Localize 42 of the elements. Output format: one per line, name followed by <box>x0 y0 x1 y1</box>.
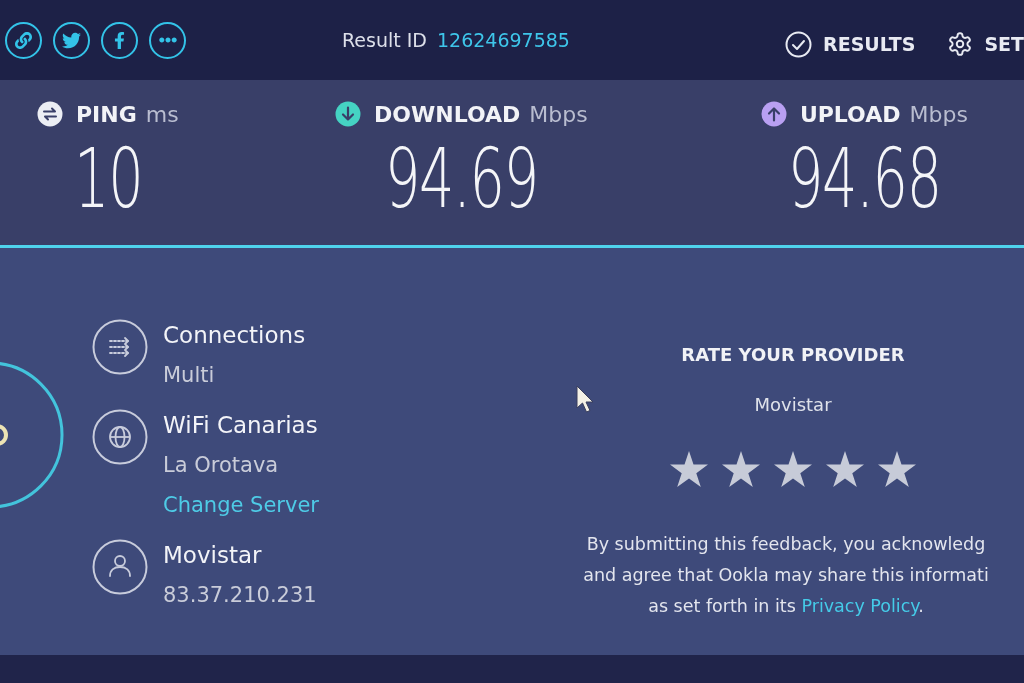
detail-title: Connections <box>163 321 306 350</box>
result-id-value: 12624697585 <box>437 29 570 51</box>
star-icon[interactable] <box>825 450 865 488</box>
metric-value: 10 <box>73 138 142 220</box>
bird-icon <box>62 30 81 50</box>
results-button[interactable]: RESULTS <box>785 30 916 58</box>
gear-icon <box>947 31 974 57</box>
metric-label: UPLOAD <box>799 101 901 127</box>
star-icon[interactable] <box>773 450 813 488</box>
feedback-disclaimer: By submitting this feedback, you acknowledg and agree that Ookla may share this informati as set forth in its Privacy Policy. <box>583 533 989 618</box>
user-icon <box>92 539 148 595</box>
rating-heading: RATE YOUR PROVIDER <box>681 343 905 367</box>
metric-label: PING <box>76 101 137 127</box>
change-server-link[interactable]: Change Server <box>163 485 319 525</box>
detail-title: Movistar <box>163 541 262 570</box>
more-button[interactable] <box>149 21 186 59</box>
metric-unit: Mbps <box>529 101 588 127</box>
metric-value: 94.69 <box>384 138 538 220</box>
mouse-pointer-icon <box>576 385 594 413</box>
metric-label: DOWNLOAD <box>374 101 521 127</box>
star-icon[interactable] <box>669 450 709 488</box>
share-bird-button[interactable] <box>53 21 90 59</box>
globe-icon <box>92 409 148 465</box>
star-icon[interactable] <box>721 450 761 488</box>
metric-unit: Mbps <box>909 101 968 127</box>
metric-value: 94.68 <box>787 138 941 220</box>
share-f-button[interactable] <box>101 21 138 59</box>
provider-name: Movistar <box>754 393 832 417</box>
detail-title: WiFi Canarias <box>163 411 318 440</box>
link-icon <box>15 31 32 49</box>
detail-subtitle: 83.37.210.231 <box>163 582 317 609</box>
star-icon[interactable] <box>877 450 917 488</box>
share-link-button[interactable] <box>5 21 42 59</box>
result-id-label: Result ID <box>342 29 427 51</box>
arrows-lines-icon <box>92 319 148 375</box>
check-circle-icon <box>785 30 813 58</box>
detail-subtitle: La Orotava <box>163 452 279 479</box>
metric-unit: ms <box>145 101 179 127</box>
settings-button[interactable]: SET <box>947 30 1024 58</box>
swap-arrows-icon <box>37 101 63 127</box>
detail-subtitle: Multi <box>163 362 215 389</box>
privacy-policy-link[interactable]: Privacy Policy <box>801 596 919 616</box>
